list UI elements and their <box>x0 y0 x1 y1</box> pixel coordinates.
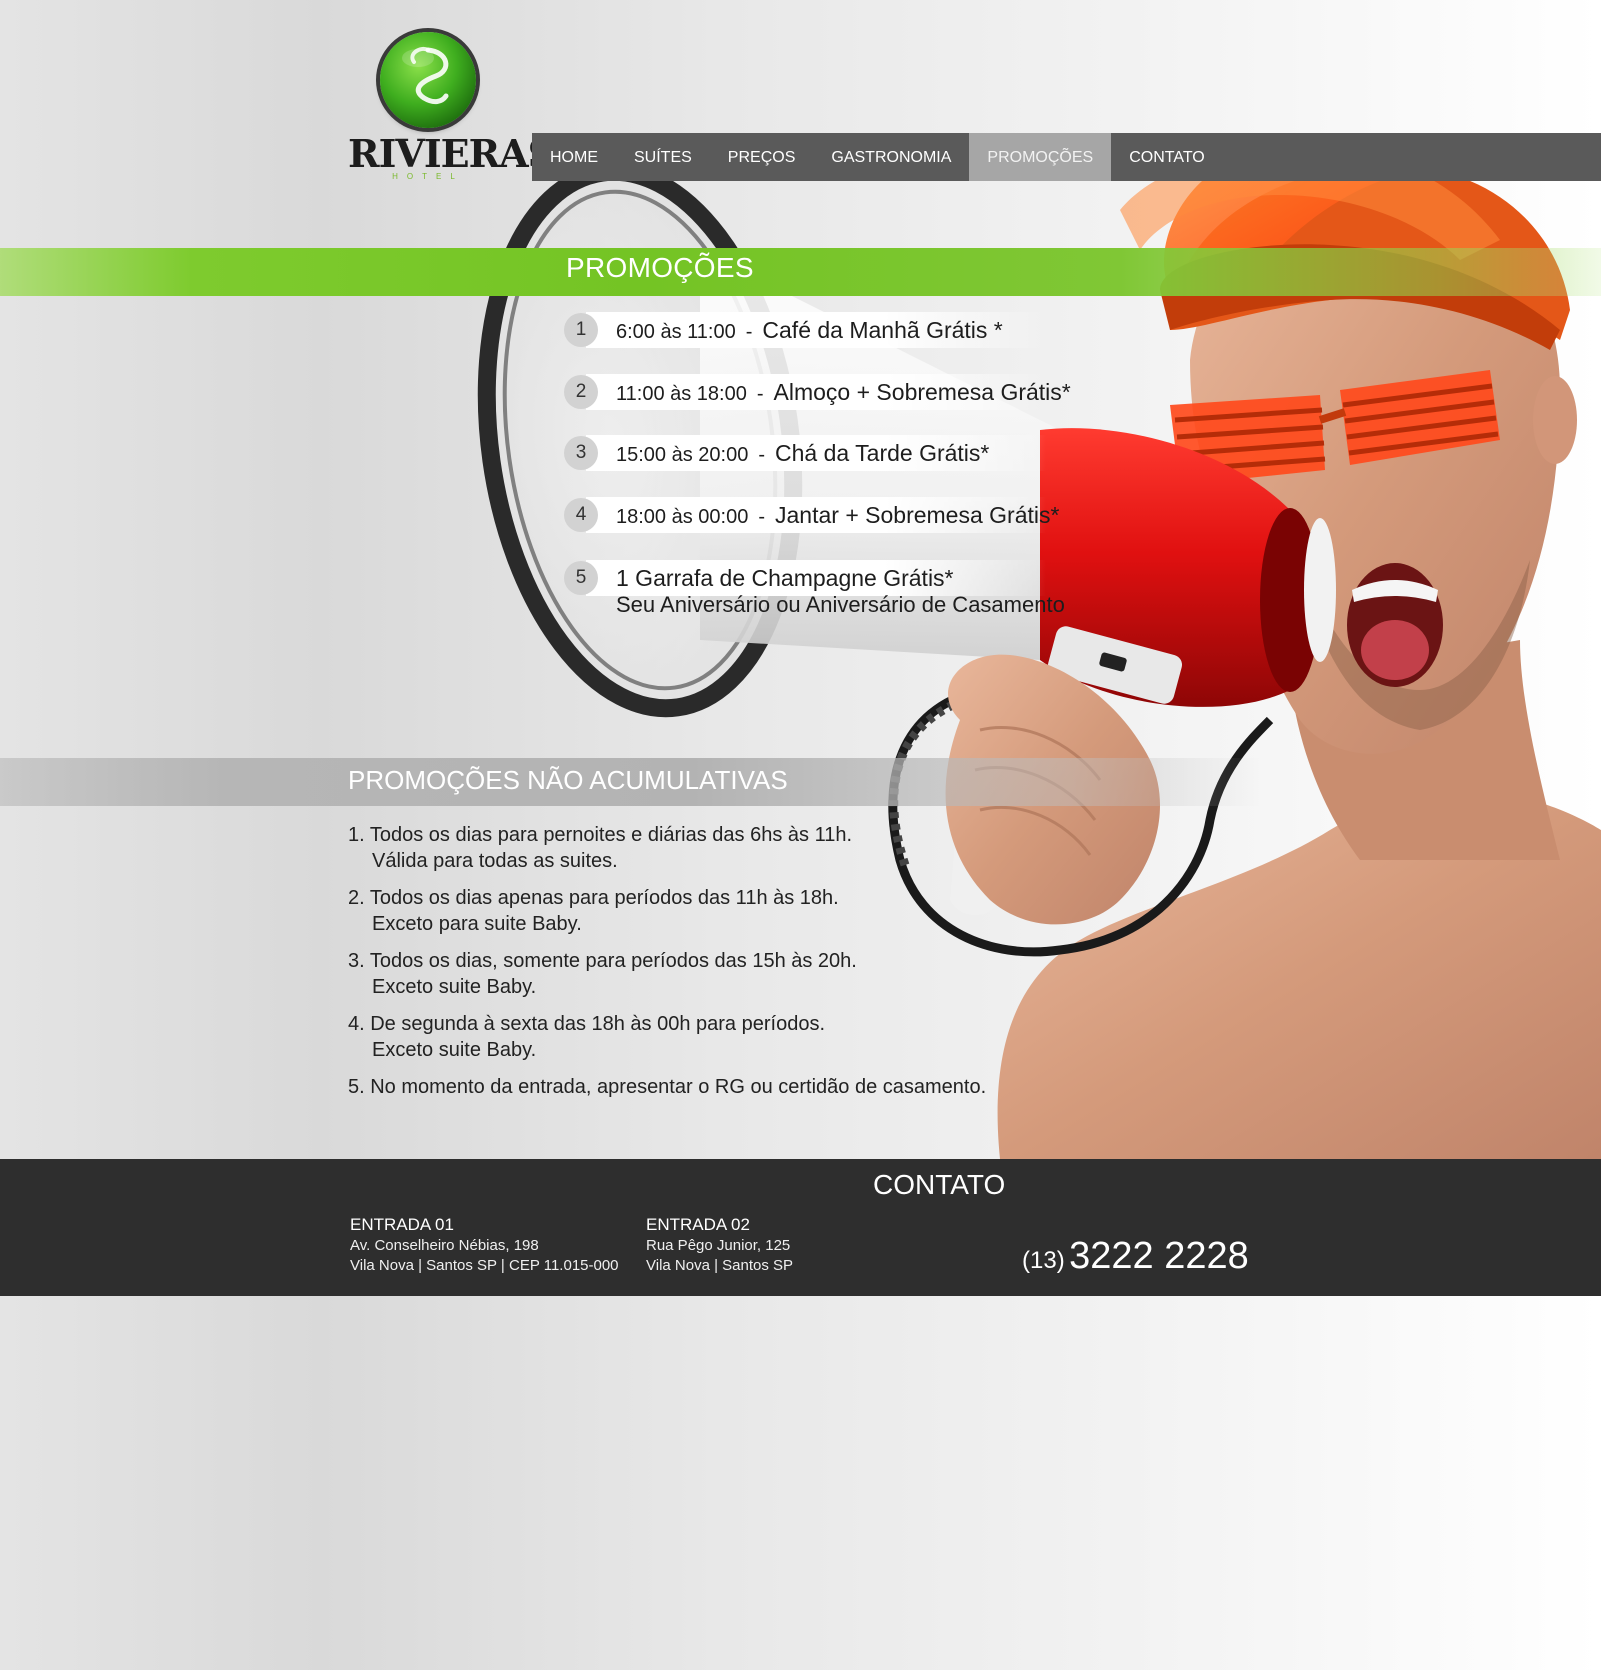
entrance-1-city: Vila Nova | Santos SP | CEP 11.015-000 <box>350 1257 619 1274</box>
promo-item-separator: - <box>758 444 766 466</box>
list-item-text: 5. No momento da entrada, apresentar o R… <box>348 1076 987 1098</box>
list-item: 2. Todos os dias apenas para períodos da… <box>348 885 1048 937</box>
promo-item-text: 15:00 às 20:00- Chá da Tarde Grátis* <box>616 435 989 475</box>
promo-section-title: PROMOÇÕES <box>566 252 754 283</box>
entrance-1-title: ENTRADA 01 <box>350 1215 454 1234</box>
promo-item-separator: - <box>758 506 766 528</box>
promo-item-subtext: Seu Aniversário ou Aniversário de Casame… <box>616 592 1065 617</box>
nav-item-promocoes[interactable]: PROMOÇÕES <box>969 133 1112 181</box>
nav-item-gastronomia[interactable]: GASTRONOMIA <box>813 133 969 181</box>
entrance-2-city: Vila Nova | Santos SP <box>646 1257 794 1274</box>
promo-item-text: 11:00 às 18:00- Almoço + Sobremesa Grátis… <box>616 374 1071 414</box>
list-item: 3. Todos os dias, somente para períodos … <box>348 948 1048 1000</box>
non-cumulative-list: 1. Todos os dias para pernoites e diária… <box>348 822 1048 1111</box>
promo-item-time: 6:00 às 11:00 <box>616 321 736 343</box>
rivieras-logo[interactable]: RIVIERAS HOTEL <box>348 32 555 182</box>
promo-item-time: 11:00 às 18:00 <box>616 383 747 405</box>
promo-title-band <box>0 248 1601 296</box>
promo-item-number: 2 <box>564 375 598 409</box>
entrance-2-title: ENTRADA 02 <box>646 1215 750 1234</box>
list-item-text: 1. Todos os dias para pernoites e diária… <box>348 824 853 846</box>
nav-item-home[interactable]: HOME <box>532 133 616 181</box>
list-item-text: 4. De segunda à sexta das 18h às 00h par… <box>348 1013 826 1035</box>
list-item: 4. De segunda à sexta das 18h às 00h par… <box>348 1011 1048 1063</box>
promo-item-time: 18:00 às 00:00 <box>616 506 749 528</box>
promo-item-text: 18:00 às 00:00- Jantar + Sobremesa Grátis… <box>616 497 1059 537</box>
list-item: 1. Todos os dias para pernoites e diária… <box>348 822 1048 874</box>
promo-item-number: 1 <box>564 313 598 347</box>
nav-item-suites[interactable]: SUÍTES <box>616 133 710 181</box>
list-item: 5. No momento da entrada, apresentar o R… <box>348 1074 1048 1100</box>
phone-digits: 3222 2228 <box>1069 1235 1249 1277</box>
list-item-text: 3. Todos os dias, somente para períodos … <box>348 950 857 972</box>
nav-item-contato[interactable]: CONTATO <box>1111 133 1223 181</box>
entrance-1-street: Av. Conselheiro Nébias, 198 <box>350 1237 539 1254</box>
non-cumulative-section-title: PROMOÇÕES NÃO ACUMULATIVAS <box>348 765 788 795</box>
promo-item-separator: - <box>756 383 764 405</box>
logo-subtitle: HOTEL <box>392 172 464 181</box>
phone-area-code: (13) <box>1022 1247 1065 1274</box>
list-item-text: 2. Todos os dias apenas para períodos da… <box>348 887 839 909</box>
promo-item-number: 3 <box>564 436 598 470</box>
list-item-note: Exceto suite Baby. <box>372 1039 537 1061</box>
footer-title: CONTATO <box>873 1169 1006 1200</box>
list-item-note: Exceto suite Baby. <box>372 976 537 998</box>
promo-item-separator: - <box>745 321 753 343</box>
promo-item-description: Almoço + Sobremesa Grátis* <box>773 379 1071 405</box>
list-item-note: Exceto para suite Baby. <box>372 913 582 935</box>
promo-item-time: 15:00 às 20:00 <box>616 444 749 466</box>
nav-item-precos[interactable]: PREÇOS <box>710 133 814 181</box>
promo-item-description: Chá da Tarde Grátis* <box>775 440 990 466</box>
promo-item-description: Jantar + Sobremesa Grátis* <box>775 502 1060 528</box>
phone-number[interactable]: (13) 3222 2228 <box>1022 1235 1249 1278</box>
promo-item-number: 4 <box>564 498 598 532</box>
list-item-note: Válida para todas as suites. <box>372 850 618 872</box>
entrance-2-street: Rua Pêgo Junior, 125 <box>646 1237 791 1254</box>
main-navigation: HOME SUÍTES PREÇOS GASTRONOMIA PROMOÇÕES… <box>532 133 1601 181</box>
promo-item-description: Café da Manhã Grátis * <box>762 317 1003 343</box>
promo-item-number: 5 <box>564 561 598 595</box>
entrance-2-address: ENTRADA 02 Rua Pêgo Junior, 125 Vila Nov… <box>646 1214 793 1276</box>
promo-item-text: 6:00 às 11:00- Café da Manhã Grátis * <box>616 312 1003 352</box>
contact-footer: CONTATO ENTRADA 01 Av. Conselheiro Nébia… <box>0 1159 1601 1296</box>
promo-item-description: 1 Garrafa de Champagne Grátis* <box>616 565 954 591</box>
logo-wordmark: RIVIERAS <box>348 131 555 176</box>
logo-emblem-icon <box>380 32 476 128</box>
entrance-1-address: ENTRADA 01 Av. Conselheiro Nébias, 198 V… <box>350 1214 619 1276</box>
